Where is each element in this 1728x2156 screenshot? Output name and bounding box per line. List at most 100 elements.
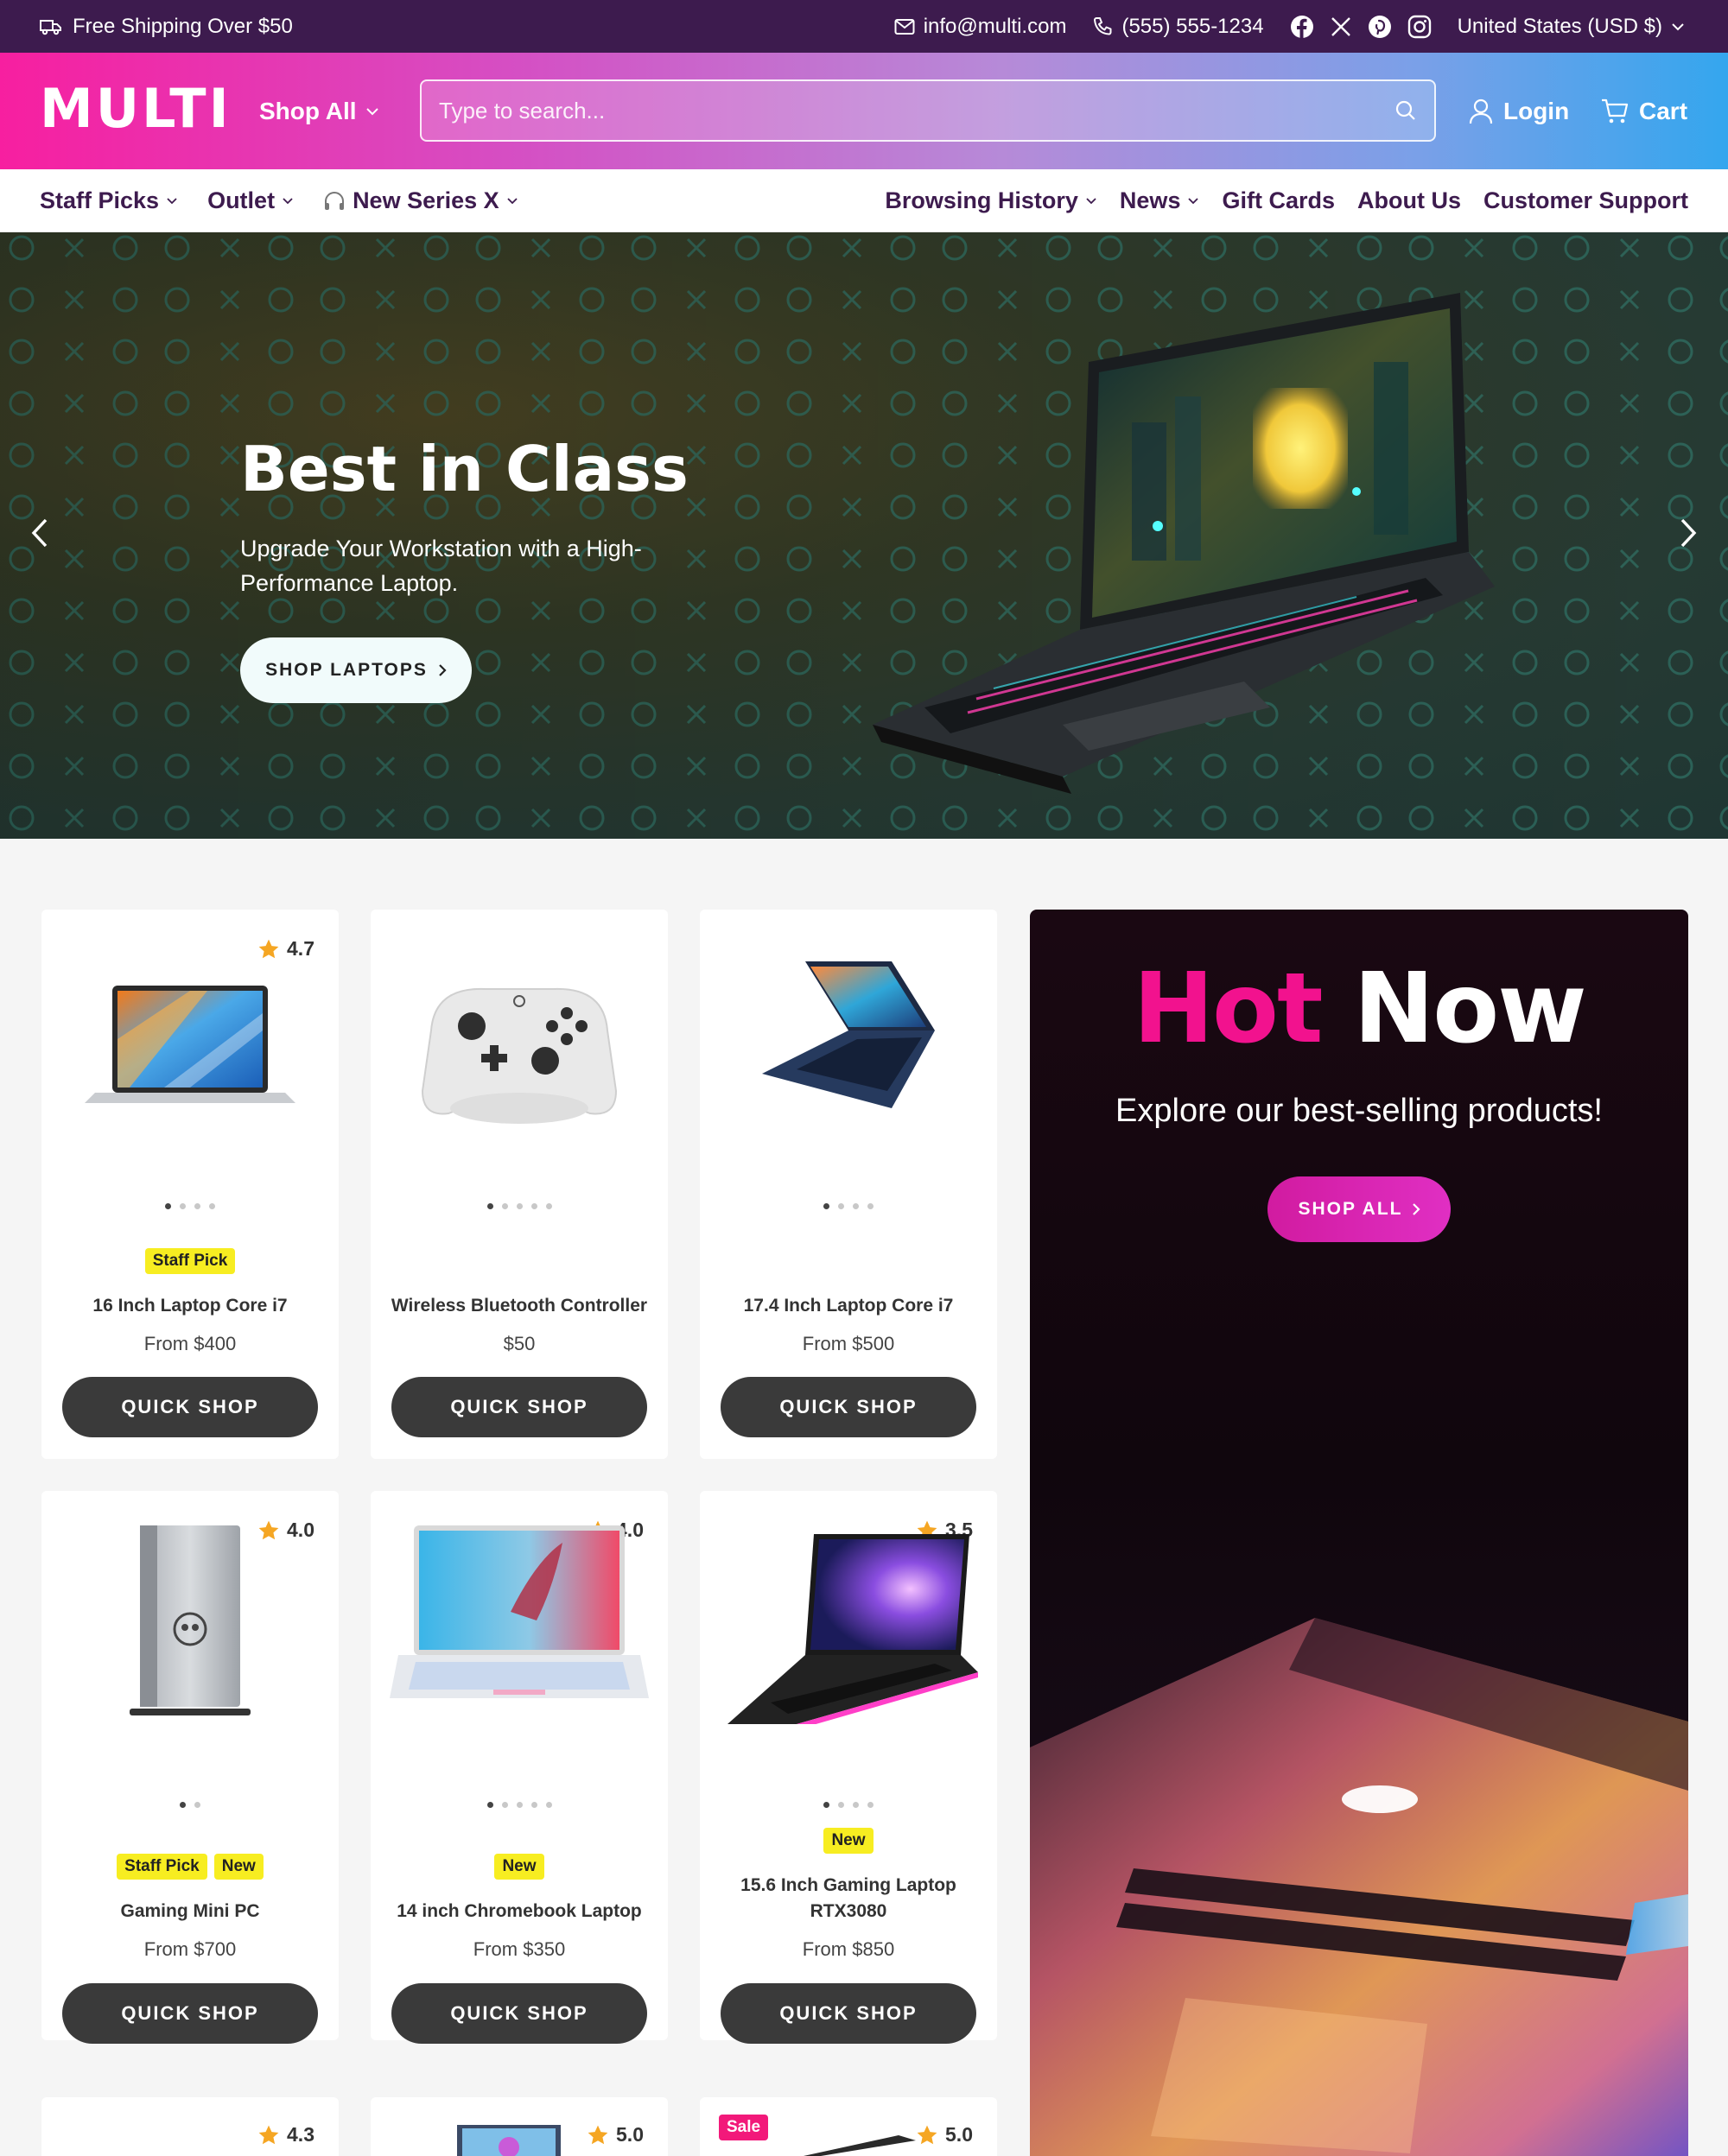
product-price: From $400 [143, 1333, 237, 1354]
nav-browsing-history[interactable]: Browsing History [885, 187, 1097, 214]
pagination-dot[interactable] [545, 1802, 552, 1808]
quick-shop-button[interactable]: QUICK SHOP [721, 1377, 976, 1437]
nav-customer-support[interactable]: Customer Support [1483, 187, 1688, 214]
email-link[interactable]: info@multi.com [894, 15, 1066, 39]
cart-label: Cart [1639, 97, 1688, 124]
product-name[interactable]: 15.6 Inch Gaming Laptop RTX3080 [708, 1873, 988, 1925]
product-card[interactable]: 4.7 Staff Pick 16 Inch Laptop Core i7 Fr… [41, 910, 339, 1459]
product-image[interactable] [457, 2125, 561, 2156]
pagination-dot[interactable] [853, 1203, 859, 1209]
product-image[interactable] [60, 944, 320, 1143]
product-image[interactable] [719, 944, 978, 1143]
pagination-dot[interactable] [486, 1802, 493, 1808]
site-logo[interactable]: MULTI [40, 77, 232, 140]
promo-title-now: Now [1353, 953, 1587, 1065]
product-card[interactable]: 3.5 New 15.6 Inch Gaming Laptop RTX3080 … [700, 1491, 997, 2044]
search-icon[interactable] [1394, 99, 1417, 122]
pagination-dot[interactable] [867, 1802, 874, 1808]
hero-slideshow: Best in Class Upgrade Your Workstation w… [0, 232, 1728, 839]
quick-shop-button[interactable]: QUICK SHOP [62, 1983, 318, 2044]
free-shipping-text: Free Shipping Over $50 [73, 14, 293, 38]
pinterest-icon[interactable] [1368, 15, 1392, 39]
product-image[interactable] [60, 1525, 320, 1724]
pagination-dot[interactable] [516, 1802, 523, 1808]
pagination-dot[interactable] [194, 1203, 200, 1209]
pagination-dot[interactable] [180, 1203, 186, 1209]
promo-title: Hot Now [1030, 953, 1688, 1065]
product-card[interactable]: Sale 5.0 [700, 2097, 997, 2156]
rating-value: 5.0 [945, 2123, 973, 2146]
pagination-dot[interactable] [180, 1802, 186, 1808]
nav-staff-picks[interactable]: Staff Picks [40, 187, 178, 214]
pagination-dot[interactable] [194, 1802, 200, 1808]
shop-all-label: Shop All [259, 97, 357, 124]
product-name[interactable]: Wireless Bluetooth Controller [379, 1293, 659, 1319]
product-card[interactable]: 5.0 [371, 2097, 668, 2156]
quick-shop-button[interactable]: QUICK SHOP [721, 1983, 976, 2044]
pagination-dot[interactable] [530, 1203, 537, 1209]
product-image[interactable] [804, 2132, 916, 2156]
quick-shop-button[interactable]: QUICK SHOP [62, 1377, 318, 1437]
nav-news[interactable]: News [1120, 187, 1200, 214]
phone-link[interactable]: (555) 555-1234 [1092, 15, 1264, 39]
pagination-dot[interactable] [823, 1802, 829, 1808]
product-name[interactable]: Gaming Mini PC [50, 1899, 330, 1925]
star-icon [258, 2125, 279, 2144]
pagination-dot[interactable] [501, 1802, 508, 1808]
quick-shop-button[interactable]: QUICK SHOP [391, 1377, 647, 1437]
product-image[interactable] [390, 944, 649, 1143]
product-name[interactable]: 17.4 Inch Laptop Core i7 [708, 1293, 988, 1319]
nav-about-us[interactable]: About Us [1357, 187, 1461, 214]
product-card[interactable]: Wireless Bluetooth Controller $50 QUICK … [371, 910, 668, 1459]
pagination-dot[interactable] [501, 1203, 508, 1209]
product-card[interactable]: 4.3 [41, 2097, 339, 2156]
site-header: MULTI Shop All Login Cart [0, 53, 1728, 169]
product-image[interactable] [719, 1525, 978, 1724]
login-link[interactable]: Login [1469, 53, 1569, 169]
pagination-dot[interactable] [823, 1203, 829, 1209]
pagination-dot[interactable] [165, 1203, 171, 1209]
nav-outlet[interactable]: Outlet [207, 187, 294, 214]
facebook-icon[interactable] [1290, 15, 1314, 39]
product-rating: 4.3 [257, 2123, 314, 2146]
next-slide-button[interactable] [1671, 507, 1706, 559]
pagination-dot[interactable] [530, 1802, 537, 1808]
shop-all-button[interactable]: SHOP ALL [1267, 1176, 1451, 1242]
pagination-dot[interactable] [486, 1203, 493, 1209]
cart-link[interactable]: Cart [1601, 53, 1687, 169]
promo-laptop-image [1030, 1618, 1688, 2156]
shop-all-menu[interactable]: Shop All [259, 53, 379, 169]
product-card[interactable]: 4.0 Staff Pick New Gaming Mini PC From $… [41, 1491, 339, 2044]
shop-laptops-button[interactable]: SHOP LAPTOPS [240, 637, 472, 703]
product-card[interactable]: 17.4 Inch Laptop Core i7 From $500 QUICK… [700, 910, 997, 1459]
pagination-dot[interactable] [838, 1203, 844, 1209]
new-badge: New [823, 1828, 874, 1854]
product-name[interactable]: 16 Inch Laptop Core i7 [50, 1293, 330, 1319]
instagram-icon[interactable] [1407, 15, 1432, 39]
chevron-left-icon [31, 518, 48, 548]
image-pagination [41, 1203, 339, 1209]
product-name[interactable]: 14 inch Chromebook Laptop [379, 1899, 659, 1925]
login-label: Login [1503, 97, 1570, 124]
search-input[interactable] [439, 97, 1394, 124]
quick-shop-button[interactable]: QUICK SHOP [391, 1983, 647, 2044]
pagination-dot[interactable] [209, 1203, 215, 1209]
pagination-dot[interactable] [516, 1203, 523, 1209]
nav-gift-cards[interactable]: Gift Cards [1222, 187, 1335, 214]
nav-new-series-x[interactable]: New Series X [323, 187, 518, 214]
pagination-dot[interactable] [838, 1802, 844, 1808]
pagination-dot[interactable] [545, 1203, 552, 1209]
product-image[interactable] [390, 1525, 649, 1724]
chevron-down-icon [365, 107, 378, 115]
nav-label: About Us [1357, 187, 1461, 213]
pagination-dot[interactable] [853, 1802, 859, 1808]
product-rating: 5.0 [916, 2123, 973, 2146]
previous-slide-button[interactable] [22, 507, 57, 559]
product-card[interactable]: 4.0 New 14 inch Chromebook Laptop From $… [371, 1491, 668, 2044]
region-selector[interactable]: United States (USD $) [1458, 15, 1685, 39]
product-badges: Staff Pick [41, 1248, 339, 1274]
hot-now-promo: Hot Now Explore our best-selling product… [1030, 910, 1688, 2156]
x-icon[interactable] [1330, 16, 1352, 38]
hero-laptop-image [873, 293, 1495, 794]
pagination-dot[interactable] [867, 1203, 874, 1209]
